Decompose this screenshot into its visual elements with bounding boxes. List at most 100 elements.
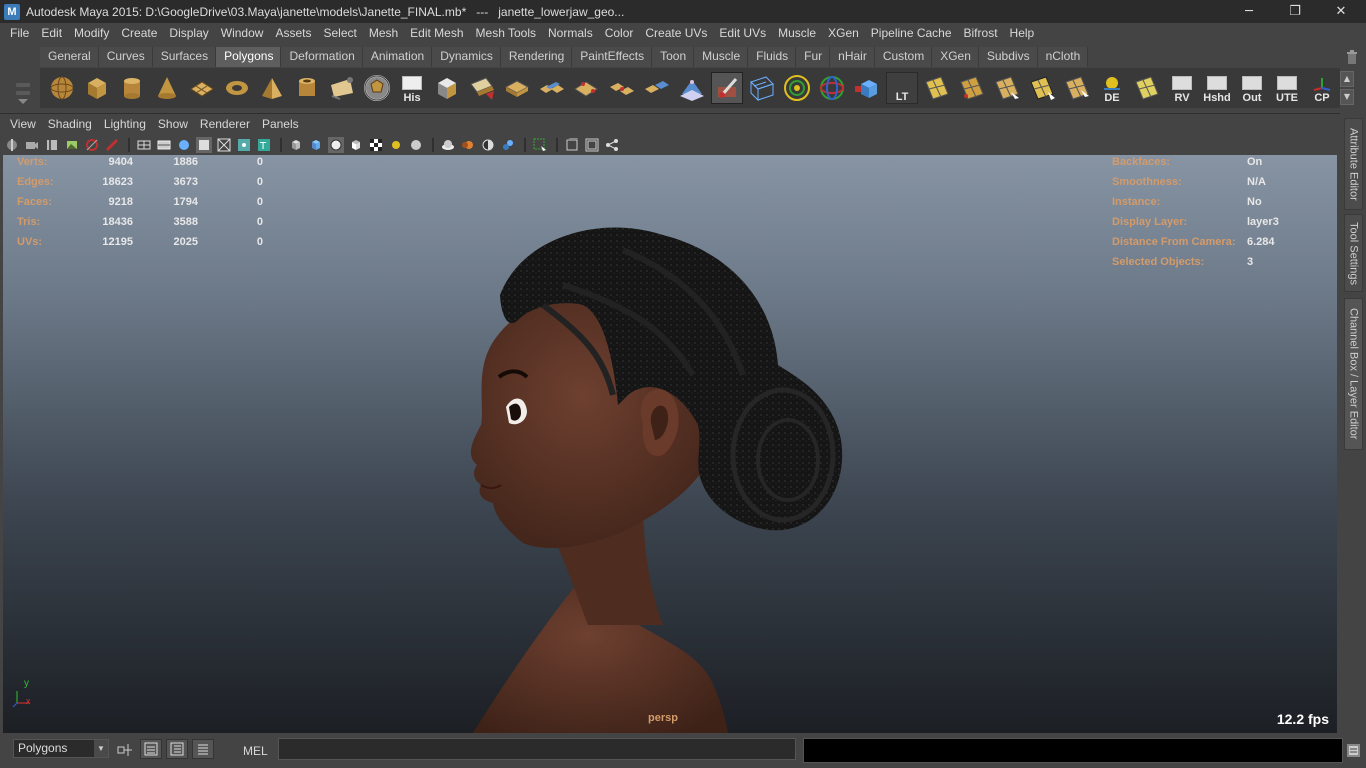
tab-animation[interactable]: Animation: [362, 47, 433, 67]
menu-edit-uvs[interactable]: Edit UVs: [713, 26, 772, 40]
menu-muscle[interactable]: Muscle: [772, 26, 822, 40]
panel-menu-shading[interactable]: Shading: [42, 117, 98, 135]
tab-attribute-editor[interactable]: Attribute Editor: [1344, 118, 1363, 210]
tab-curves[interactable]: Curves: [98, 47, 153, 67]
chevron-down-icon[interactable]: ▼: [94, 740, 108, 757]
motion-blur-icon[interactable]: [460, 137, 476, 153]
shadows-icon[interactable]: [408, 137, 424, 153]
menu-file[interactable]: File: [4, 26, 35, 40]
soft-select-icon[interactable]: [781, 72, 813, 104]
menu-modify[interactable]: Modify: [68, 26, 115, 40]
tab-custom[interactable]: Custom: [874, 47, 933, 67]
uv-layout-icon[interactable]: [921, 72, 953, 104]
wireframe-on-shaded-icon[interactable]: [196, 137, 212, 153]
out-button[interactable]: Out: [1236, 72, 1268, 104]
wireframe-icon[interactable]: [136, 137, 152, 153]
snap-icon[interactable]: [114, 739, 136, 759]
uv-unfold-icon[interactable]: [956, 72, 988, 104]
outliner-icon[interactable]: [166, 739, 188, 759]
image-plane-icon[interactable]: [64, 137, 80, 153]
menu-create-uvs[interactable]: Create UVs: [639, 26, 713, 40]
uv-select-shell-icon[interactable]: [991, 72, 1023, 104]
tab-painteffects[interactable]: PaintEffects: [572, 47, 653, 67]
panel-menu-panels[interactable]: Panels: [256, 117, 305, 135]
panel-menu-lighting[interactable]: Lighting: [98, 117, 152, 135]
select-highlight-icon[interactable]: [532, 137, 548, 153]
menu-xgen[interactable]: XGen: [822, 26, 865, 40]
tab-surfaces[interactable]: Surfaces: [152, 47, 217, 67]
menu-create[interactable]: Create: [115, 26, 163, 40]
shelf-drag-handle[interactable]: [10, 47, 36, 109]
script-list-icon[interactable]: [192, 739, 214, 759]
menu-help[interactable]: Help: [1004, 26, 1041, 40]
menu-color[interactable]: Color: [599, 26, 640, 40]
tab-deformation[interactable]: Deformation: [281, 47, 363, 67]
lt-button[interactable]: LT: [886, 72, 918, 104]
menu-normals[interactable]: Normals: [542, 26, 599, 40]
restore-button[interactable]: ❐: [1272, 0, 1318, 23]
textured-icon[interactable]: T: [256, 137, 272, 153]
poly-sphere-icon[interactable]: [46, 72, 78, 104]
poly-torus-icon[interactable]: [221, 72, 253, 104]
checker-icon[interactable]: [368, 137, 384, 153]
smooth-shade-icon[interactable]: [156, 137, 172, 153]
isolate-select-icon[interactable]: [288, 137, 304, 153]
rv-button[interactable]: RV: [1166, 72, 1198, 104]
script-language-label[interactable]: MEL: [243, 744, 268, 758]
tab-tool-settings[interactable]: Tool Settings: [1344, 214, 1363, 292]
resolution-gate-icon[interactable]: [84, 137, 100, 153]
history-button[interactable]: His: [396, 72, 428, 104]
tab-general[interactable]: General: [40, 47, 99, 67]
sculpt-brush-icon[interactable]: [711, 72, 743, 104]
tab-fluids[interactable]: Fluids: [748, 47, 797, 67]
tab-polygons[interactable]: Polygons: [216, 47, 282, 67]
camera-cube-icon[interactable]: [851, 72, 883, 104]
menu-mesh-tools[interactable]: Mesh Tools: [470, 26, 542, 40]
tab-rendering[interactable]: Rendering: [500, 47, 573, 67]
rotate-manip-icon[interactable]: [816, 72, 848, 104]
bridge-icon[interactable]: [536, 72, 568, 104]
hud-icon[interactable]: [584, 137, 600, 153]
poly-cylinder-icon[interactable]: [116, 72, 148, 104]
collapse-icon[interactable]: [641, 72, 673, 104]
ute-button[interactable]: UTE: [1271, 72, 1303, 104]
tab-muscle[interactable]: Muscle: [694, 47, 749, 67]
default-light-icon[interactable]: [388, 137, 404, 153]
xray-icon[interactable]: [216, 137, 232, 153]
minimize-button[interactable]: ─: [1226, 0, 1272, 23]
layout-icon[interactable]: [140, 739, 162, 759]
menu-assets[interactable]: Assets: [269, 26, 317, 40]
tab-fur[interactable]: Fur: [796, 47, 831, 67]
tab-xgen[interactable]: XGen: [932, 47, 979, 67]
script-editor-icon[interactable]: [1347, 744, 1360, 757]
paint-brush-icon[interactable]: [104, 137, 120, 153]
maya-app-icon[interactable]: M: [4, 3, 20, 20]
panel-menu-view[interactable]: View: [4, 117, 42, 135]
shelf-scroll-down-icon[interactable]: ▼: [1340, 89, 1354, 105]
poly-pipe-icon[interactable]: [291, 72, 323, 104]
poly-cube-icon[interactable]: [81, 72, 113, 104]
append-polygon-icon[interactable]: [571, 72, 603, 104]
tab-nhair[interactable]: nHair: [830, 47, 875, 67]
poly-helix-icon[interactable]: [326, 72, 358, 104]
de-button[interactable]: DE: [1096, 72, 1128, 104]
menu-bifrost[interactable]: Bifrost: [958, 26, 1004, 40]
ambient-occlusion-icon[interactable]: [440, 137, 456, 153]
merge-icon[interactable]: [606, 72, 638, 104]
menu-window[interactable]: Window: [215, 26, 270, 40]
gate-mask-icon[interactable]: [604, 137, 620, 153]
menu-edit-mesh[interactable]: Edit Mesh: [404, 26, 469, 40]
tab-channel-box[interactable]: Channel Box / Layer Editor: [1344, 298, 1363, 450]
menu-select[interactable]: Select: [317, 26, 362, 40]
tab-toon[interactable]: Toon: [652, 47, 695, 67]
panel-menu-renderer[interactable]: Renderer: [194, 117, 256, 135]
use-all-lights-icon[interactable]: [308, 137, 324, 153]
separate-icon[interactable]: [466, 72, 498, 104]
flat-light-icon[interactable]: [328, 137, 344, 153]
antialiasing-icon[interactable]: [480, 137, 496, 153]
smooth-proxy-icon[interactable]: [676, 72, 708, 104]
soccer-ball-icon[interactable]: [361, 72, 393, 104]
menu-mesh[interactable]: Mesh: [363, 26, 404, 40]
camera-attributes-icon[interactable]: [24, 137, 40, 153]
tab-ncloth[interactable]: nCloth: [1037, 47, 1089, 67]
